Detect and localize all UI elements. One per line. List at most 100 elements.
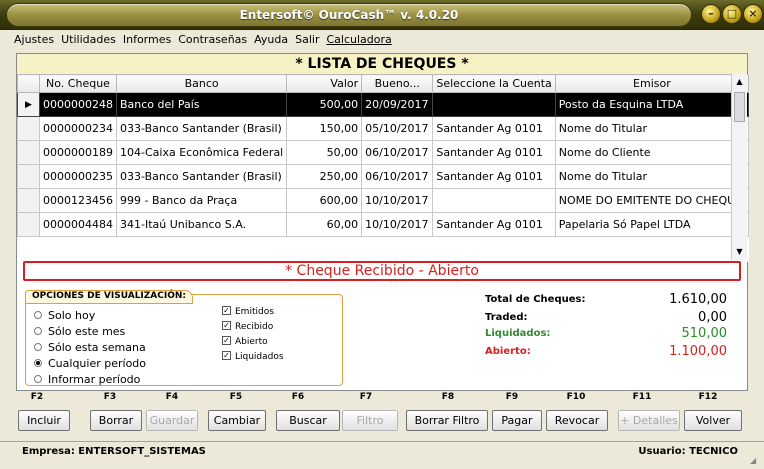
- cell-emisor[interactable]: Nome do Titular: [554, 116, 749, 141]
- borrar-filtro-button[interactable]: Borrar Filtro: [406, 410, 488, 431]
- revocar-button[interactable]: Revocar: [546, 410, 608, 431]
- cell-cuenta[interactable]: Santander Ag 0101: [432, 164, 556, 189]
- menu-calculadora[interactable]: Calculadora: [326, 33, 391, 51]
- column-bueno[interactable]: Bueno...: [361, 74, 434, 93]
- scroll-thumb[interactable]: [734, 92, 745, 122]
- check-liquidados[interactable]: ✓ Liquidados: [222, 351, 284, 362]
- cell-bueno[interactable]: 06/10/2017: [361, 140, 434, 165]
- cell-bueno[interactable]: 10/10/2017: [361, 212, 434, 237]
- column-banco[interactable]: Banco: [115, 74, 288, 93]
- maximize-button[interactable]: □: [722, 4, 742, 24]
- cell-banco[interactable]: 033-Banco Santander (Brasil): [115, 116, 288, 141]
- cambiar-button[interactable]: Cambiar: [208, 410, 266, 431]
- table-row[interactable]: 0000000235 033-Banco Santander (Brasil) …: [17, 164, 749, 189]
- cell-banco[interactable]: 033-Banco Santander (Brasil): [115, 164, 288, 189]
- radio-cualquier-periodo[interactable]: Cualquier período: [34, 357, 146, 370]
- table-row[interactable]: ▶ 0000000248 Banco del País 500,00 20/09…: [17, 92, 749, 117]
- cell-cuenta[interactable]: Santander Ag 0101: [432, 116, 556, 141]
- table-row[interactable]: 0000000234 033-Banco Santander (Brasil) …: [17, 116, 749, 141]
- cell-valor[interactable]: 600,00: [286, 188, 363, 213]
- cell-valor[interactable]: 150,00: [286, 116, 363, 141]
- cell-no-cheque[interactable]: 0000000235: [39, 164, 117, 189]
- table-row[interactable]: 0000123456 999 - Banco da Praça 600,00 1…: [17, 188, 749, 213]
- table-row[interactable]: 0000000189 104-Caixa Econômica Federal 5…: [17, 140, 749, 165]
- cell-banco[interactable]: Banco del País: [115, 92, 288, 117]
- cell-bueno[interactable]: 20/09/2017: [361, 92, 434, 117]
- cell-no-cheque[interactable]: 0000000248: [39, 92, 117, 117]
- cell-no-cheque[interactable]: 0000123456: [39, 188, 117, 213]
- cell-emisor[interactable]: NOME DO EMITENTE DO CHEQUE: [554, 188, 749, 213]
- cell-emisor[interactable]: Posto da Esquina LTDA: [554, 92, 749, 117]
- list-title: * LISTA DE CHEQUES *: [17, 54, 747, 74]
- cell-bueno[interactable]: 10/10/2017: [361, 188, 434, 213]
- row-indicator-icon: ▶: [17, 92, 40, 117]
- scroll-up-icon[interactable]: ▲: [732, 74, 747, 90]
- pagar-button[interactable]: Pagar: [492, 410, 542, 431]
- cell-cuenta[interactable]: Santander Ag 0101: [432, 140, 556, 165]
- cell-no-cheque[interactable]: 0000004484: [39, 212, 117, 237]
- main-panel: * LISTA DE CHEQUES * No. Cheque Banco Va…: [16, 53, 749, 391]
- minimize-button[interactable]: –: [701, 4, 721, 24]
- menu-contrasenas[interactable]: Contraseñas: [178, 33, 247, 51]
- cell-bueno[interactable]: 06/10/2017: [361, 164, 434, 189]
- cell-no-cheque[interactable]: 0000000189: [39, 140, 117, 165]
- column-emisor[interactable]: Emisor: [554, 74, 749, 93]
- menu-bar: Ajustes Utilidades Informes Contraseñas …: [14, 33, 392, 51]
- cell-no-cheque[interactable]: 0000000234: [39, 116, 117, 141]
- radio-label: Informar período: [48, 373, 141, 386]
- cell-banco[interactable]: 104-Caixa Econômica Federal: [115, 140, 288, 165]
- column-no-cheque[interactable]: No. Cheque: [39, 74, 117, 93]
- cell-bueno[interactable]: 05/10/2017: [361, 116, 434, 141]
- radio-solo-esta-semana[interactable]: Sólo esta semana: [34, 341, 146, 354]
- cell-banco[interactable]: 341-Itaú Unibanco S.A.: [115, 212, 288, 237]
- incluir-button[interactable]: Incluir: [18, 410, 70, 431]
- table-scrollbar[interactable]: ▲ ▼: [731, 74, 747, 260]
- volver-button[interactable]: Volver: [684, 410, 742, 431]
- borrar-button[interactable]: Borrar: [90, 410, 142, 431]
- radio-informar-periodo[interactable]: Informar período: [34, 373, 140, 386]
- cheques-grid: No. Cheque Banco Valor Bueno... Seleccio…: [17, 74, 749, 262]
- check-emitidos[interactable]: ✓ Emitidos: [222, 306, 274, 317]
- title-pill: Entersoft© OuroCash™ v. 4.0.20: [6, 3, 692, 27]
- usuario-status: Usuario: TECNICO: [638, 446, 738, 457]
- column-cuenta[interactable]: Seleccione la Cuenta: [432, 74, 556, 93]
- radio-icon: [34, 343, 42, 351]
- close-button[interactable]: ×: [743, 4, 763, 24]
- radio-icon: [34, 311, 42, 319]
- check-recibido[interactable]: ✓ Recibido: [222, 321, 273, 332]
- menu-ajustes[interactable]: Ajustes: [14, 33, 54, 51]
- fkey-label: F7: [359, 392, 373, 402]
- traded-label: Traded:: [485, 312, 528, 323]
- cell-emisor[interactable]: Nome do Titular: [554, 164, 749, 189]
- cell-cuenta[interactable]: Santander Ag 0101: [432, 212, 556, 237]
- table-row[interactable]: 0000004484 341-Itaú Unibanco S.A. 60,00 …: [17, 212, 749, 237]
- cell-valor[interactable]: 60,00: [286, 212, 363, 237]
- cell-valor[interactable]: 500,00: [286, 92, 363, 117]
- row-indicator: [17, 116, 40, 141]
- check-abierto[interactable]: ✓ Abierto: [222, 336, 268, 347]
- scroll-down-icon[interactable]: ▼: [732, 244, 747, 260]
- menu-utilidades[interactable]: Utilidades: [61, 33, 116, 51]
- cell-cuenta[interactable]: [432, 188, 556, 213]
- cell-valor[interactable]: 250,00: [286, 164, 363, 189]
- column-valor[interactable]: Valor: [286, 74, 363, 93]
- menu-salir[interactable]: Salir: [295, 33, 319, 51]
- cell-emisor[interactable]: Papelaria Só Papel LTDA: [554, 212, 749, 237]
- filtro-button[interactable]: Filtro: [342, 410, 398, 431]
- menu-informes[interactable]: Informes: [123, 33, 171, 51]
- resize-grip-icon[interactable]: ◢: [750, 456, 760, 466]
- menu-ayuda[interactable]: Ayuda: [254, 33, 288, 51]
- radio-solo-este-mes[interactable]: Sólo este mes: [34, 325, 125, 338]
- radio-solo-hoy[interactable]: Solo hoy: [34, 309, 95, 322]
- abierto-label: Abierto:: [485, 346, 531, 357]
- mas-detalles-button[interactable]: + Detalles: [618, 410, 680, 431]
- radio-label: Cualquier período: [48, 357, 147, 370]
- buscar-button[interactable]: Buscar: [276, 410, 340, 431]
- guardar-button[interactable]: Guardar: [146, 410, 198, 431]
- cell-banco[interactable]: 999 - Banco da Praça: [115, 188, 288, 213]
- checkmark-icon: ✓: [222, 306, 231, 315]
- cell-emisor[interactable]: Nome do Cliente: [554, 140, 749, 165]
- cell-valor[interactable]: 50,00: [286, 140, 363, 165]
- liquidados-label: Liquidados:: [485, 328, 551, 339]
- cell-cuenta[interactable]: [432, 92, 556, 117]
